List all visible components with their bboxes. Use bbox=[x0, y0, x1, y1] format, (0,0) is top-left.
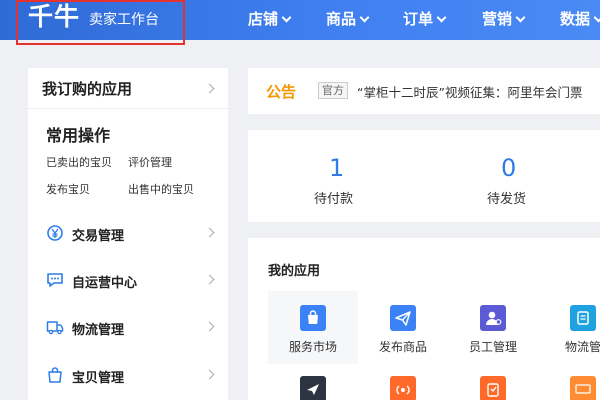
app-publish-product[interactable]: 发布商品 bbox=[358, 291, 448, 364]
sidebar-item-trade[interactable]: 交易管理 bbox=[28, 216, 228, 252]
app-label: 发布商品 bbox=[378, 340, 427, 354]
subscribed-apps-title[interactable]: 我订购的应用 bbox=[42, 78, 132, 99]
sidebar-item-label: 交易管理 bbox=[72, 229, 125, 244]
employee-icon bbox=[480, 305, 506, 331]
nav-shop-label: 店铺 bbox=[248, 10, 279, 28]
chevron-down-icon bbox=[359, 12, 370, 23]
quick-link-publish-item[interactable]: 发布宝贝 bbox=[46, 181, 90, 197]
truck-icon bbox=[46, 321, 64, 335]
chevron-down-icon bbox=[515, 12, 526, 23]
quick-link-sold-items[interactable]: 已卖出的宝贝 bbox=[46, 154, 112, 170]
shopping-bag-icon bbox=[48, 367, 62, 383]
announcement-text[interactable]: “掌柜十二时辰”视频征集：阿里年会门票 bbox=[357, 82, 582, 101]
logo-highlight-box bbox=[16, 0, 185, 45]
logistics-icon bbox=[570, 305, 596, 331]
nav-data[interactable]: 数据 bbox=[560, 9, 600, 29]
top-header: 千牛 卖家工作台 店铺 商品 订单 营销 数据 bbox=[0, 0, 600, 45]
official-tag: 官方 bbox=[318, 82, 348, 99]
common-ops-title: 常用操作 bbox=[46, 126, 111, 145]
nav-products[interactable]: 商品 bbox=[326, 9, 370, 29]
nav-products-label: 商品 bbox=[326, 10, 357, 28]
chevron-down-icon bbox=[593, 12, 600, 23]
nav-shop[interactable]: 店铺 bbox=[248, 9, 292, 29]
sidebar-item-label: 物流管理 bbox=[72, 323, 125, 338]
nav-marketing-label: 营销 bbox=[482, 10, 513, 28]
app-label: 物流管 bbox=[564, 340, 600, 354]
chevron-right-icon bbox=[204, 369, 215, 380]
stat-label: 待付款 bbox=[314, 192, 354, 207]
nav-orders[interactable]: 订单 bbox=[403, 9, 447, 29]
order-stats-card: 1 待付款 0 待发货 bbox=[248, 130, 600, 222]
sidebar-item-logistics[interactable]: 物流管理 bbox=[28, 310, 228, 346]
broadcast-icon[interactable] bbox=[390, 376, 416, 400]
chevron-right-icon[interactable] bbox=[204, 83, 215, 94]
announcement-title: 公告 bbox=[266, 83, 297, 101]
announcement-bar: 公告 官方 “掌柜十二时辰”视频征集：阿里年会门票 bbox=[248, 68, 600, 114]
market-bag-icon bbox=[300, 305, 326, 331]
nav-data-label: 数据 bbox=[560, 10, 591, 28]
app-logistics[interactable]: 物流管 bbox=[538, 291, 600, 364]
app-employee-management[interactable]: 员工管理 bbox=[448, 291, 538, 364]
divider bbox=[28, 108, 228, 109]
chat-bubble-icon bbox=[47, 273, 63, 287]
stat-label: 待发货 bbox=[487, 192, 527, 207]
nav-orders-label: 订单 bbox=[403, 10, 434, 28]
app-label: 服务市场 bbox=[288, 340, 337, 354]
sidebar-item-self-operation[interactable]: 自运营中心 bbox=[28, 263, 228, 299]
stat-value: 0 bbox=[501, 154, 517, 182]
send-icon[interactable] bbox=[300, 376, 326, 400]
yen-circle-icon bbox=[47, 225, 63, 241]
chevron-right-icon bbox=[204, 227, 215, 238]
app-service-market[interactable]: 服务市场 bbox=[268, 291, 358, 364]
taobao-app-icon[interactable] bbox=[570, 376, 596, 400]
my-apps-panel: 我的应用 服务市场 发布商品 员工管理 物流管 bbox=[248, 238, 600, 400]
sidebar-item-label: 自运营中心 bbox=[72, 276, 138, 291]
sidebar-item-label: 宝贝管理 bbox=[72, 371, 125, 386]
quick-link-reviews[interactable]: 评价管理 bbox=[128, 154, 172, 170]
chevron-right-icon bbox=[204, 274, 215, 285]
chevron-down-icon bbox=[436, 12, 447, 23]
my-apps-title: 我的应用 bbox=[268, 264, 321, 279]
quick-link-items-on-sale[interactable]: 出售中的宝贝 bbox=[128, 181, 194, 197]
sidebar-item-item-management[interactable]: 宝贝管理 bbox=[28, 358, 228, 394]
chevron-right-icon bbox=[204, 321, 215, 332]
paper-plane-icon bbox=[390, 305, 416, 331]
stat-value: 1 bbox=[329, 154, 345, 182]
clipboard-icon[interactable] bbox=[480, 376, 506, 400]
nav-marketing[interactable]: 营销 bbox=[482, 9, 526, 29]
chevron-down-icon bbox=[281, 12, 292, 23]
app-label: 员工管理 bbox=[468, 340, 517, 354]
subscribed-apps-panel: 我订购的应用 常用操作 已卖出的宝贝 评价管理 发布宝贝 出售中的宝贝 交易管理… bbox=[28, 68, 228, 400]
